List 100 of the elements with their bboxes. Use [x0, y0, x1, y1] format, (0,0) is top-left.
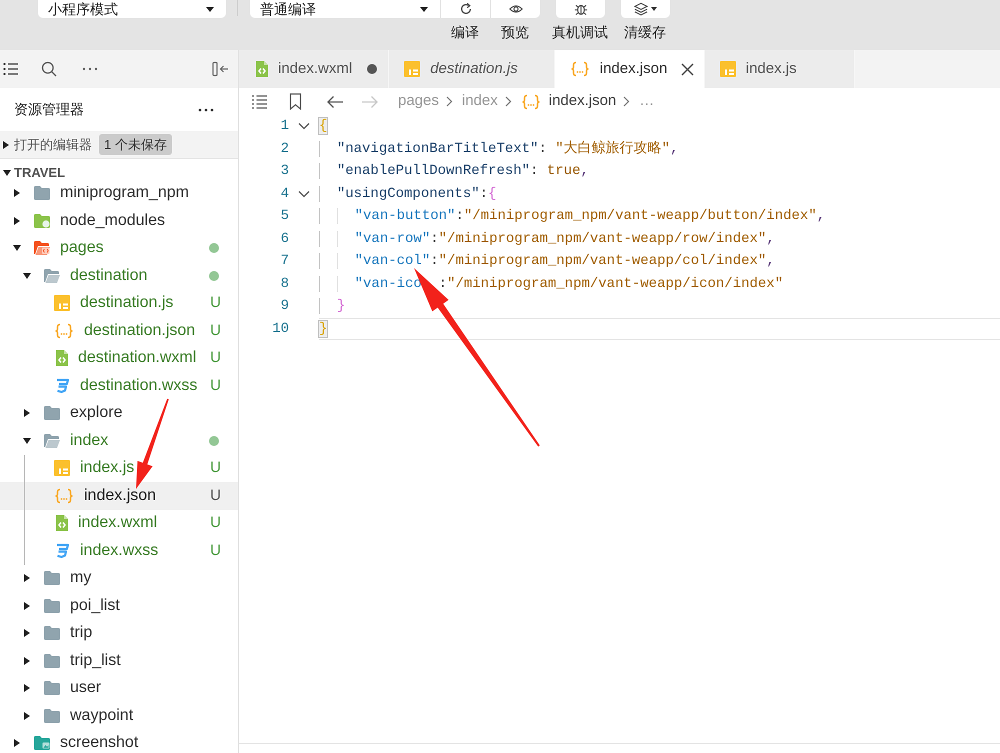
line-number: 4 — [280, 184, 289, 204]
caret-down-icon[interactable] — [23, 438, 31, 444]
unsaved-dot-icon — [367, 64, 378, 74]
clear-cache-button[interactable]: 清缓存 — [620, 0, 670, 40]
line-number: 9 — [280, 297, 289, 316]
device-debug-button[interactable]: 真机调试 — [552, 0, 608, 40]
folder-icon — [34, 186, 50, 202]
folder-icon — [44, 708, 60, 724]
code-line: "navigationBarTitleText": "大白鲸旅行攻略", — [319, 140, 678, 156]
git-status: U — [210, 458, 221, 478]
section-header[interactable]: 打开的编辑器 — [14, 134, 92, 154]
line-number: 8 — [280, 274, 289, 294]
chevron-right-icon — [504, 96, 512, 107]
code-line: "van-col":"/miniprogram_npm/vant-weapp/col/index", — [319, 253, 775, 269]
code-line: "van-row":"/miniprogram_npm/vant-weapp/row/index", — [319, 230, 775, 246]
git-status: U — [210, 320, 221, 340]
folder-icon — [44, 570, 60, 586]
list-icon[interactable] — [251, 94, 267, 110]
status-dot-icon — [209, 243, 219, 254]
breadcrumb-item[interactable]: index.json — [548, 90, 616, 113]
code-file-icon — [254, 61, 268, 77]
code-line: "van-ico :"/miniprogram_npm/vant-weapp/icon/index" — [319, 276, 784, 292]
preview-button[interactable]: 预览 — [490, 0, 540, 40]
code-line: } — [319, 298, 346, 314]
folder-icon — [34, 212, 50, 229]
folder-icon — [34, 735, 50, 752]
layers-icon — [634, 2, 648, 16]
editor-tab[interactable]: index.js — [704, 50, 855, 88]
folder-icon — [44, 625, 60, 642]
section-header[interactable]: TRAVEL — [14, 162, 66, 182]
folder-icon — [44, 598, 60, 614]
folder-icon — [44, 405, 60, 422]
caret-right-icon[interactable] — [24, 712, 30, 720]
bug-icon — [574, 2, 588, 16]
tree-item[interactable]: index.wxml U — [0, 510, 238, 537]
caret-down-icon[interactable] — [23, 272, 31, 279]
mode-dropdown[interactable]: 小程序模式 — [38, 0, 226, 18]
git-status: U — [210, 293, 221, 313]
editor-tab[interactable]: index.json — [554, 50, 705, 88]
caret-right-icon[interactable] — [24, 629, 30, 638]
panel-title: 资源管理器 — [14, 100, 84, 119]
status-dot-icon — [209, 436, 219, 446]
braces-icon — [54, 322, 74, 339]
code-line: "van-button":"/miniprogram_npm/vant-weapp/button/index", — [319, 208, 826, 224]
braces-icon — [54, 488, 74, 504]
line-number: 1 — [280, 117, 289, 136]
chevron-right-icon — [623, 96, 630, 107]
folder-icon — [34, 240, 50, 256]
line-number: 3 — [280, 162, 289, 181]
tree-item[interactable]: index.json U — [0, 482, 238, 510]
caret-down-icon — [651, 7, 657, 11]
folder-icon — [44, 652, 60, 669]
caret-right-icon[interactable] — [14, 189, 20, 198]
caret-down-icon[interactable] — [13, 245, 21, 252]
caret-right-icon[interactable] — [24, 656, 30, 665]
caret-right-icon[interactable] — [3, 140, 9, 148]
panel-arrow-icon[interactable] — [212, 61, 229, 77]
js-file-icon — [720, 61, 736, 77]
git-status: U — [210, 540, 221, 560]
bookmark-icon[interactable] — [289, 93, 302, 110]
close-icon[interactable] — [681, 62, 694, 76]
code-line: "usingComponents":{ — [319, 186, 496, 202]
stylesheet-icon — [54, 378, 70, 394]
code-file-icon — [54, 350, 68, 366]
braces-icon — [570, 61, 590, 77]
chevron-down-icon[interactable] — [298, 190, 310, 198]
git-status: U — [210, 348, 221, 368]
git-status: U — [210, 513, 221, 533]
caret-right-icon[interactable] — [14, 216, 20, 225]
back-arrow-icon[interactable] — [326, 94, 344, 108]
line-number: 5 — [280, 207, 289, 226]
git-status: U — [210, 486, 221, 506]
compile-button[interactable]: 编译 — [440, 0, 490, 40]
caret-down-icon — [206, 6, 214, 12]
chevron-right-icon — [446, 96, 453, 107]
line-number: 7 — [280, 252, 289, 271]
editor-tab[interactable]: index.wxml — [239, 50, 390, 88]
compile-mode-dropdown[interactable]: 普通编译 — [250, 0, 440, 18]
caret-down-icon[interactable] — [3, 170, 11, 176]
js-file-icon — [54, 460, 70, 476]
more-icon[interactable] — [198, 108, 214, 112]
js-file-icon — [404, 61, 420, 77]
chevron-down-icon[interactable] — [298, 122, 310, 130]
editor-tab[interactable]: destination.js — [389, 50, 555, 88]
caret-right-icon[interactable] — [24, 409, 30, 418]
stylesheet-icon — [54, 542, 70, 559]
caret-right-icon[interactable] — [24, 684, 30, 692]
caret-right-icon[interactable] — [24, 602, 30, 610]
line-number: 10 — [271, 320, 289, 338]
list-icon[interactable] — [3, 61, 19, 77]
caret-right-icon[interactable] — [24, 574, 30, 582]
code-file-icon — [54, 515, 68, 532]
refresh-icon — [458, 2, 472, 16]
unsaved-count: 1 个未保存 — [99, 134, 172, 155]
folder-icon — [44, 432, 60, 449]
caret-right-icon[interactable] — [14, 739, 20, 748]
folder-icon — [44, 680, 60, 696]
js-file-icon — [54, 295, 70, 312]
code-line: "enablePullDownRefresh": true, — [319, 163, 589, 179]
search-icon[interactable] — [41, 61, 57, 77]
